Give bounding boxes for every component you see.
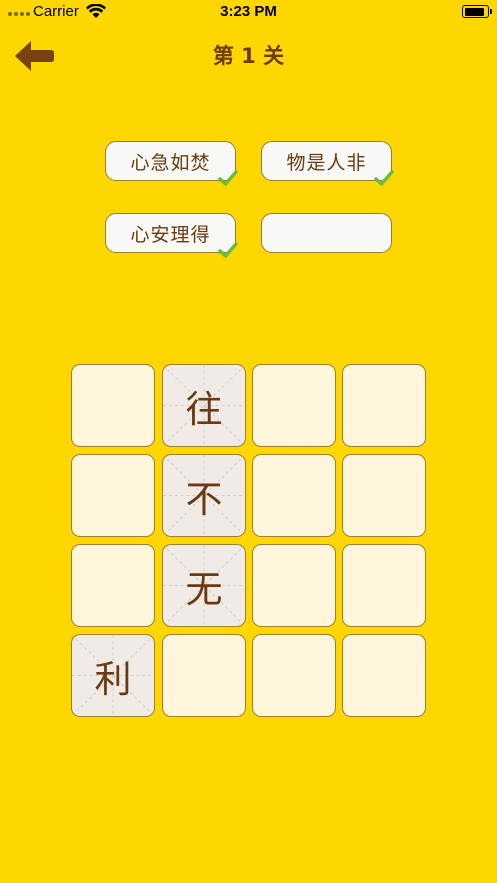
answer-text: 心急如焚 [130, 151, 211, 174]
answer-slot-2: 物是人非 [261, 141, 394, 186]
answer-slot-4 [261, 213, 392, 253]
checkmark-icon [218, 170, 238, 186]
character-grid: 往 不 无 利 [71, 364, 427, 719]
grid-tile[interactable] [71, 544, 155, 627]
level-title: 第 1 关 [212, 44, 285, 68]
grid-tile[interactable] [342, 544, 426, 627]
clock: 3:23 PM [220, 3, 277, 20]
tile-character: 无 [185, 567, 223, 611]
grid-tile[interactable] [252, 454, 336, 537]
checkmark-icon [374, 170, 394, 186]
grid-tile[interactable] [252, 544, 336, 627]
grid-tile[interactable] [71, 454, 155, 537]
answer-text: 物是人非 [286, 151, 367, 174]
battery-icon [462, 5, 492, 18]
status-bar: Carrier 3:23 PM [0, 0, 497, 24]
tile-character: 往 [185, 387, 223, 431]
answer-text: 心安理得 [130, 223, 211, 246]
grid-tile[interactable] [342, 454, 426, 537]
grid-tile[interactable]: 不 [162, 454, 246, 537]
grid-tile[interactable]: 无 [162, 544, 246, 627]
grid-tile[interactable] [342, 364, 426, 447]
grid-tile[interactable] [71, 364, 155, 447]
grid-tile[interactable] [162, 634, 246, 717]
grid-tile[interactable] [252, 364, 336, 447]
grid-tile[interactable]: 往 [162, 364, 246, 447]
answer-slot-3: 心安理得 [105, 213, 238, 258]
grid-tile[interactable] [252, 634, 336, 717]
checkmark-icon [218, 242, 238, 258]
grid-tile[interactable] [342, 634, 426, 717]
tile-character: 不 [185, 477, 223, 521]
grid-tile[interactable]: 利 [71, 634, 155, 717]
answer-slot-1: 心急如焚 [105, 141, 238, 186]
tile-character: 利 [94, 657, 132, 701]
